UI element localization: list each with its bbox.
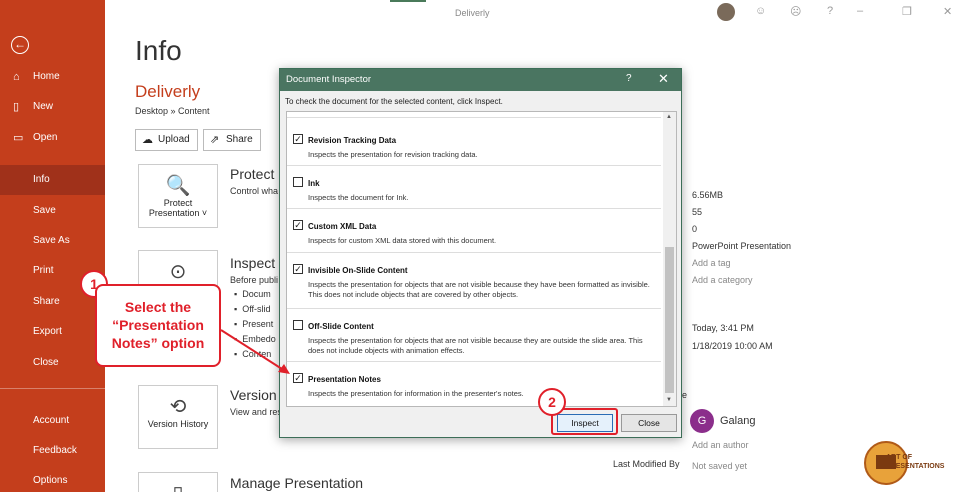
cloud-upload-icon: ☁ <box>142 134 153 146</box>
dialog-title: Document Inspector <box>286 74 372 85</box>
instruction-callout: Select the “Presentation Notes” option <box>95 284 221 367</box>
close-button[interactable]: Close <box>621 414 677 432</box>
document-inspector-dialog: Document Inspector ? ✕ To check the docu… <box>279 68 682 438</box>
inspect-bullet: ▪ Docum <box>234 289 271 299</box>
prop-slides: 55 <box>692 207 703 217</box>
user-avatar[interactable] <box>717 3 735 21</box>
sidebar-item-account[interactable]: Account <box>0 406 105 436</box>
share-icon: ⇗ <box>210 134 220 146</box>
check-document-icon: ⊙ <box>169 261 187 283</box>
prop-size: 6.56MB <box>692 190 724 200</box>
dialog-close-icon[interactable]: ✕ <box>658 71 669 87</box>
revision-tracking-checkbox[interactable]: ✓ <box>293 134 303 144</box>
smile-icon[interactable]: ☺ <box>755 5 766 17</box>
inspect-bullet: ▪ Conten <box>234 349 272 359</box>
help-icon[interactable]: ? <box>827 5 833 17</box>
protect-presentation-tile[interactable]: 🔍 Protect Presentation ˅ <box>138 164 218 228</box>
back-arrow-icon[interactable]: ← <box>11 36 29 54</box>
folder-icon: ▭ <box>13 132 24 144</box>
list-item-invisible-content[interactable]: ✓ Invisible On-Slide Content Inspects th… <box>287 253 661 309</box>
frown-icon[interactable]: ☹ <box>790 5 801 18</box>
home-icon: ⌂ <box>13 71 20 83</box>
sidebar-item-open[interactable]: ▭ Open <box>0 123 105 153</box>
scroll-down-arrow-icon[interactable]: ▼ <box>666 397 672 403</box>
invisible-content-checkbox[interactable]: ✓ <box>293 264 303 274</box>
list-item-presentation-notes[interactable]: ✓ Presentation Notes Inspects the presen… <box>287 362 661 406</box>
page-title: Info <box>135 35 182 66</box>
list-item-partial <box>287 112 661 118</box>
inspect-bullet: ▪ Embedo <box>234 334 276 344</box>
list-item-off-slide-content[interactable]: Off-Slide Content Inspects the presentat… <box>287 309 661 362</box>
sidebar-item-export[interactable]: Export <box>0 317 105 347</box>
list-item-ink[interactable]: Ink Inspects the document for Ink. <box>287 166 661 209</box>
dialog-title-bar: Document Inspector ? ✕ <box>280 69 681 91</box>
lock-search-icon: 🔍 <box>165 175 191 197</box>
version-history-tile[interactable]: ⟲ Version History <box>138 385 218 449</box>
document-title: Deliverly <box>455 8 490 18</box>
share-button[interactable]: ⇗ Share <box>203 129 261 151</box>
sidebar-item-save[interactable]: Save <box>0 196 105 226</box>
backstage-sidebar: ← ⌂ Home ▯ New ▭ Open Info Save Save As Pri… <box>0 0 105 492</box>
last-modified-by-label: Last Modified By <box>613 459 680 469</box>
minimize-icon[interactable]: – <box>857 5 863 17</box>
prop-categories[interactable]: Add a category <box>692 275 753 285</box>
sidebar-item-save-as[interactable]: Save As <box>0 226 105 256</box>
sidebar-divider <box>0 388 105 389</box>
step-2-badge: 2 <box>538 388 566 416</box>
scrollbar-thumb[interactable] <box>665 247 674 393</box>
file-path: Desktop » Content <box>135 106 210 116</box>
author-name: Galang <box>720 415 756 427</box>
prop-tags[interactable]: Add a tag <box>692 258 731 268</box>
title-bar: Deliverly ☺ ☹ ? – ❐ ✕ <box>105 0 960 30</box>
sidebar-item-new[interactable]: ▯ New <box>0 92 105 122</box>
manage-document-icon: ▯ <box>139 481 217 492</box>
history-clock-icon: ⟲ <box>169 396 187 418</box>
sidebar-item-feedback[interactable]: Feedback <box>0 436 105 466</box>
custom-xml-checkbox[interactable]: ✓ <box>293 220 303 230</box>
manage-presentation-tile[interactable]: ▯ <box>138 472 218 492</box>
prop-hidden-slides: 0 <box>692 224 698 234</box>
prop-last-modified: Today, 3:41 PM <box>692 323 754 333</box>
sidebar-item-info[interactable]: Info <box>0 165 105 195</box>
dialog-instruction: To check the document for the selected c… <box>285 97 503 106</box>
sidebar-item-close[interactable]: Close <box>0 348 105 378</box>
restore-icon[interactable]: ❐ <box>902 5 912 18</box>
list-item-custom-xml[interactable]: ✓ Custom XML Data Inspects for custom XM… <box>287 209 661 253</box>
title-accent-bar <box>390 0 426 2</box>
prop-created: 1/18/2019 10:00 AM <box>692 341 773 351</box>
inspect-section-desc: Before publi <box>230 275 279 285</box>
inspection-options-list: ✓ Revision Tracking Data Inspects the pr… <box>286 111 677 407</box>
dialog-help-icon[interactable]: ? <box>626 73 632 84</box>
new-file-icon: ▯ <box>13 101 20 113</box>
prop-template: PowerPoint Presentation <box>692 241 792 251</box>
logo-text: ART OF PRESENTATIONS <box>886 454 945 470</box>
list-item-revision-tracking[interactable]: ✓ Revision Tracking Data Inspects the pr… <box>287 120 661 166</box>
sidebar-item-options[interactable]: Options <box>0 466 105 492</box>
upload-button[interactable]: ☁ Upload <box>135 129 198 151</box>
scroll-up-arrow-icon[interactable]: ▲ <box>666 114 672 120</box>
off-slide-checkbox[interactable] <box>293 320 303 330</box>
last-modified-by-value: Not saved yet <box>692 461 748 471</box>
add-author-link[interactable]: Add an author <box>692 440 749 450</box>
manage-section-title: Manage Presentation <box>230 475 364 491</box>
inspect-bullet: ▪ Off-slid <box>234 304 271 314</box>
author-avatar: G <box>690 409 714 433</box>
version-section-desc: View and res <box>230 407 282 417</box>
presentation-notes-checkbox[interactable]: ✓ <box>293 373 303 383</box>
sidebar-item-home[interactable]: ⌂ Home <box>0 62 105 92</box>
ink-checkbox[interactable] <box>293 177 303 187</box>
file-name: Deliverly <box>135 82 201 101</box>
close-window-icon[interactable]: ✕ <box>943 5 952 18</box>
prop-cut-letter: e <box>682 390 688 400</box>
inspect-bullet: ▪ Present <box>234 319 274 329</box>
protect-section-desc: Control wha <box>230 186 279 196</box>
